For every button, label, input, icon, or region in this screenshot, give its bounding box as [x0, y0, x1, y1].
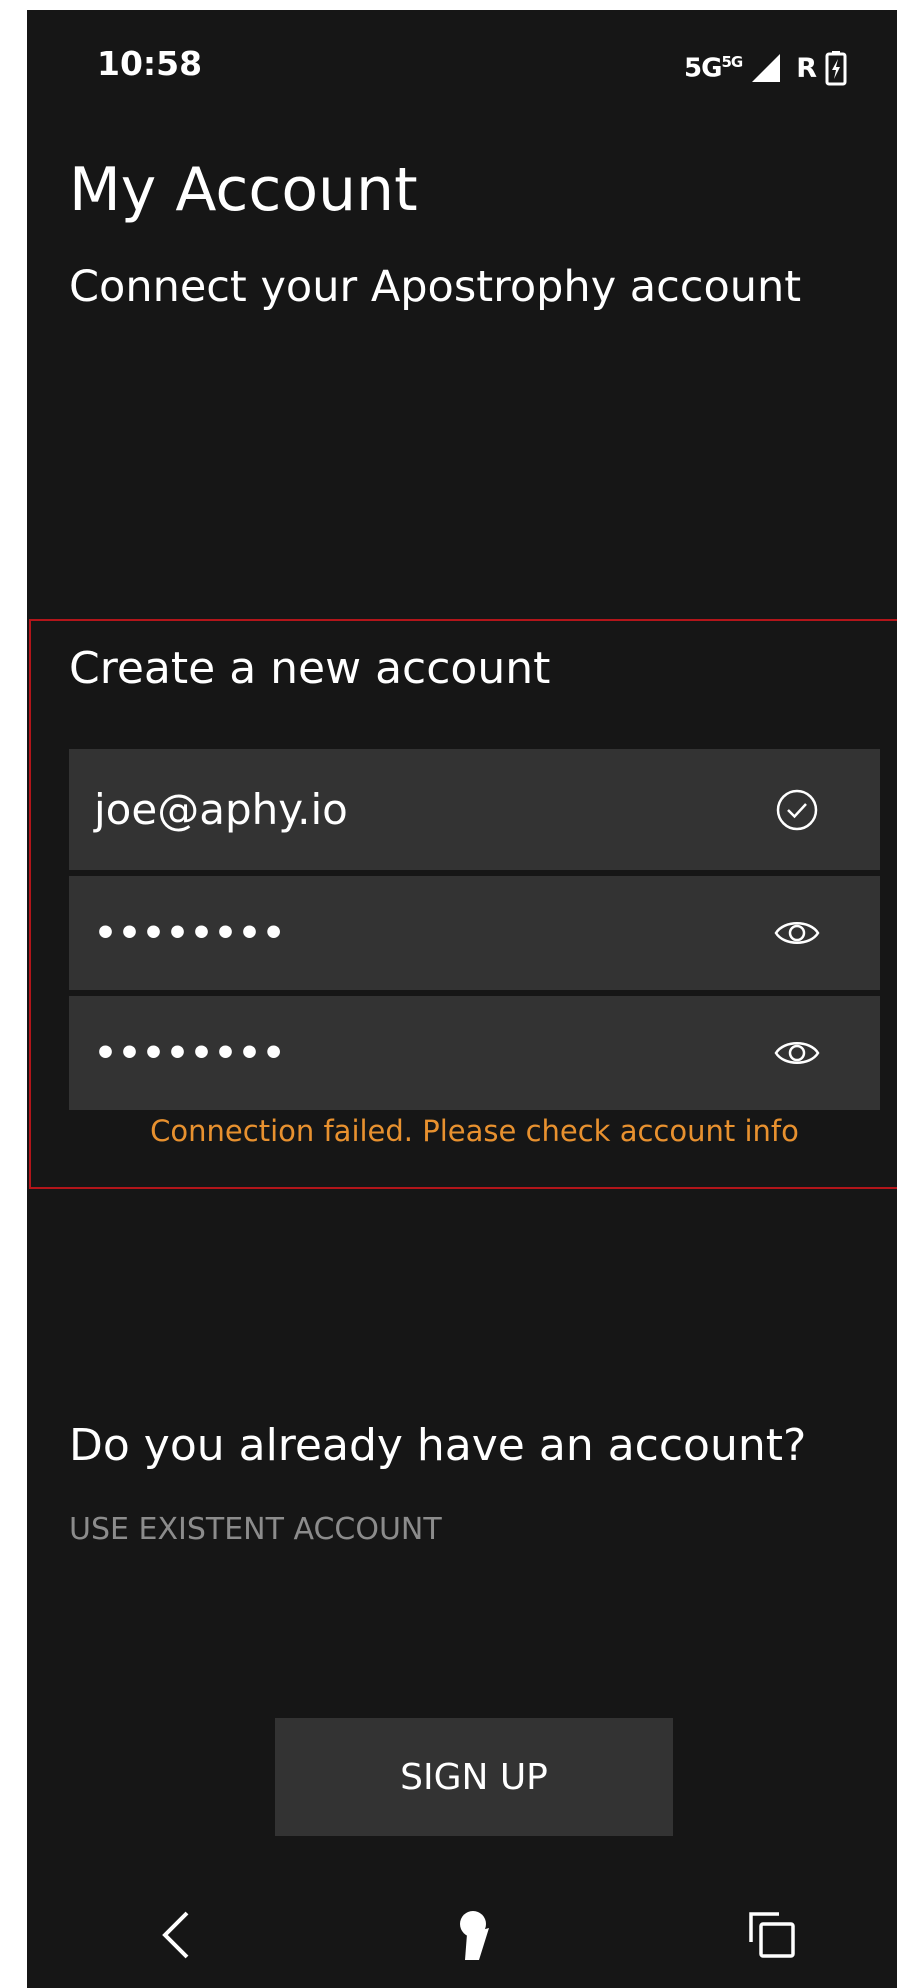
page-title: My Account — [69, 155, 418, 225]
show-password-eye-icon[interactable] — [774, 910, 820, 956]
existing-account-heading: Do you already have an account? — [69, 1420, 807, 1471]
check-circle-icon — [776, 789, 818, 830]
recent-apps-icon — [749, 1912, 795, 1958]
email-field[interactable]: joe@aphy.io — [69, 749, 880, 870]
battery-charging-icon — [825, 51, 847, 86]
app-screen: 10:58 5G5G R My Account Connect your Apo… — [27, 10, 897, 1988]
status-bar: 10:58 5G5G R — [27, 10, 897, 120]
sign-up-button[interactable]: SIGN UP — [275, 1718, 673, 1836]
confirm-password-value: •••••••• — [94, 1032, 287, 1074]
nav-recent-apps-button[interactable] — [737, 1900, 807, 1970]
nav-back-button[interactable] — [142, 1900, 212, 1970]
show-confirm-password-eye-icon[interactable] — [774, 1030, 820, 1076]
create-account-section: Create a new account joe@aphy.io •••••••… — [29, 619, 897, 1189]
navigation-bar — [27, 1890, 897, 1988]
signal-icon — [752, 54, 781, 82]
password-field[interactable]: •••••••• — [69, 876, 880, 990]
email-value: joe@aphy.io — [94, 785, 348, 834]
create-account-heading: Create a new account — [69, 643, 551, 694]
confirm-password-field[interactable]: •••••••• — [69, 996, 880, 1110]
nav-home-button[interactable] — [442, 1900, 512, 1970]
status-time: 10:58 — [97, 44, 203, 83]
network-type-label: 5G5G — [684, 52, 743, 84]
use-existing-account-link[interactable]: USE EXISTENT ACCOUNT — [69, 1512, 442, 1547]
home-icon — [460, 1911, 489, 1960]
roaming-indicator: R — [796, 52, 817, 84]
page-subtitle: Connect your Apostrophy account — [69, 262, 802, 312]
password-value: •••••••• — [94, 912, 287, 954]
error-message: Connection failed. Please check account … — [150, 1114, 799, 1148]
status-icons: 5G5G R — [684, 48, 847, 88]
back-icon — [162, 1911, 189, 1959]
